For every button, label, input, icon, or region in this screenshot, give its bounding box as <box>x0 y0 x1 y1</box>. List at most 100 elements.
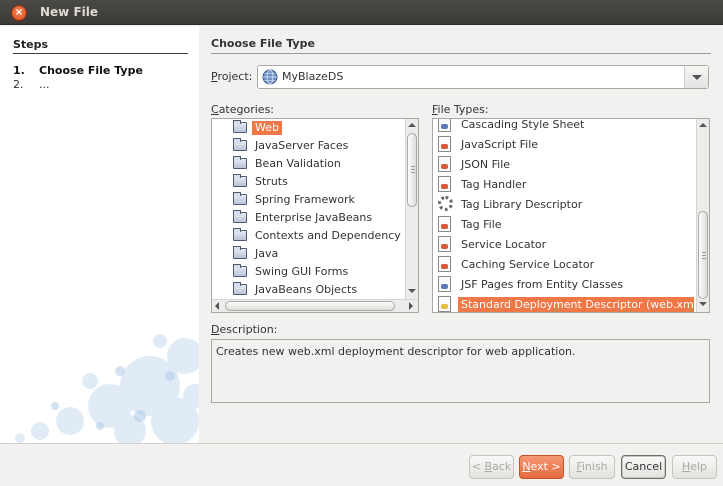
project-value: MyBlazeDS <box>282 70 344 83</box>
category-label: Contexts and Dependency Inje <box>255 229 419 242</box>
file-type-item[interactable]: Service Locator <box>433 235 696 255</box>
step-item: 2.... <box>13 78 50 91</box>
folder-icon <box>233 228 247 241</box>
scroll-up-arrow-icon[interactable] <box>408 123 416 127</box>
help-button[interactable]: Help <box>672 455 717 479</box>
scrollbar-thumb[interactable] <box>698 211 708 299</box>
project-select[interactable]: MyBlazeDS <box>257 65 709 89</box>
chevron-down-icon[interactable] <box>684 66 708 88</box>
globe-icon <box>262 69 278 85</box>
file-type-label: JSON File <box>461 158 511 171</box>
folder-icon <box>233 192 247 205</box>
category-item[interactable]: Bean Validation <box>212 155 405 173</box>
folder-icon <box>233 174 247 187</box>
decorative-bubbles-image <box>15 334 199 443</box>
xml-descriptor-icon <box>438 296 451 312</box>
file-types-list[interactable]: Cascading Style Sheet JavaScript File JSON… <box>432 118 710 313</box>
step-number: 2. <box>13 78 24 91</box>
categories-list[interactable]: Web JavaServer Faces Bean Validation Struts… <box>211 118 419 313</box>
tag-handler-icon <box>438 176 451 192</box>
folder-icon <box>233 264 247 277</box>
css-file-icon <box>438 119 451 132</box>
category-label: Struts <box>255 175 288 188</box>
category-label: Java <box>255 247 279 260</box>
file-type-label: Cascading Style Sheet <box>461 118 585 131</box>
project-label: Project: <box>211 70 253 83</box>
finish-button[interactable]: Finish <box>569 455 615 479</box>
description-box: Creates new web.xml deployment descripto… <box>211 339 710 403</box>
javascript-file-icon <box>438 136 451 152</box>
file-type-item[interactable]: JSF Pages from Entity Classes <box>433 275 696 295</box>
service-locator-icon <box>438 236 451 252</box>
folder-icon <box>233 210 247 223</box>
file-type-item[interactable]: Tag Library Descriptor <box>433 195 696 215</box>
scroll-down-arrow-icon[interactable] <box>699 302 707 306</box>
file-type-item[interactable]: Cascading Style Sheet <box>433 118 696 135</box>
page-title: Choose File Type <box>211 37 711 54</box>
categories-vertical-scrollbar[interactable] <box>405 119 418 300</box>
categories-label: Categories: <box>211 103 275 116</box>
categories-horizontal-scrollbar[interactable] <box>212 299 418 312</box>
file-types-label: File Types: <box>432 103 489 116</box>
file-types-vertical-scrollbar[interactable] <box>696 119 709 312</box>
file-type-label: Tag Library Descriptor <box>461 198 583 211</box>
category-item[interactable]: Spring Framework <box>212 191 405 209</box>
folder-icon <box>233 282 247 295</box>
tag-library-icon <box>438 196 453 211</box>
folder-icon <box>233 120 247 133</box>
cancel-button[interactable]: Cancel <box>621 455 666 479</box>
category-label: Spring Framework <box>255 193 355 206</box>
step-item: 1. Choose File Type <box>13 64 143 77</box>
scrollbar-thumb[interactable] <box>407 133 417 207</box>
category-label: Bean Validation <box>255 157 341 170</box>
category-item[interactable]: JavaServer Faces <box>212 137 405 155</box>
category-item[interactable]: Struts <box>212 173 405 191</box>
file-type-label: Service Locator <box>461 238 547 251</box>
jsf-pages-icon <box>438 276 451 292</box>
scroll-down-arrow-icon[interactable] <box>408 289 416 293</box>
file-type-label: Standard Deployment Descriptor (web.xml) <box>458 297 701 312</box>
file-type-item[interactable]: Caching Service Locator <box>433 255 696 275</box>
scroll-right-arrow-icon[interactable] <box>409 302 413 310</box>
scrollbar-thumb[interactable] <box>225 301 395 311</box>
steps-heading: Steps <box>13 38 188 54</box>
description-text: Creates new web.xml deployment descripto… <box>216 345 576 358</box>
category-item[interactable]: Swing GUI Forms <box>212 263 405 281</box>
category-label: Web <box>252 121 282 135</box>
category-label: Swing GUI Forms <box>255 265 349 278</box>
file-type-item[interactable]: Standard Deployment Descriptor (web.xml) <box>433 295 701 312</box>
category-item[interactable]: Web <box>212 119 405 137</box>
steps-panel: Steps 1. Choose File Type 2.... <box>0 26 199 443</box>
folder-icon <box>233 246 247 259</box>
category-label: JavaBeans Objects <box>255 283 358 296</box>
scroll-up-arrow-icon[interactable] <box>699 123 707 127</box>
category-item[interactable]: JavaBeans Objects <box>212 281 405 299</box>
file-type-item[interactable]: JavaScript File <box>433 135 696 155</box>
category-label: Enterprise JavaBeans <box>255 211 373 224</box>
file-type-label: Caching Service Locator <box>461 258 595 271</box>
next-button[interactable]: Next > <box>519 455 564 479</box>
category-item[interactable]: Contexts and Dependency Inje <box>212 227 418 245</box>
step-label: Choose File Type <box>39 64 143 77</box>
file-type-item[interactable]: Tag Handler <box>433 175 696 195</box>
json-file-icon <box>438 156 451 172</box>
file-type-label: Tag Handler <box>461 178 527 191</box>
category-item[interactable]: Java <box>212 245 405 263</box>
folder-icon <box>233 156 247 169</box>
caching-service-locator-icon <box>438 256 451 272</box>
tag-file-icon <box>438 216 451 232</box>
file-type-item[interactable]: Tag File <box>433 215 696 235</box>
category-item[interactable]: Enterprise JavaBeans <box>212 209 405 227</box>
file-type-label: Tag File <box>461 218 502 231</box>
scroll-left-arrow-icon[interactable] <box>215 302 219 310</box>
file-type-label: JSF Pages from Entity Classes <box>461 278 624 291</box>
folder-icon <box>233 138 247 151</box>
close-icon[interactable]: × <box>11 5 27 21</box>
window-titlebar: × New File <box>0 0 723 25</box>
back-button[interactable]: < Back <box>469 455 514 479</box>
category-label: JavaServer Faces <box>255 139 349 152</box>
file-type-item[interactable]: JSON File <box>433 155 696 175</box>
step-number: 1. <box>13 64 25 77</box>
step-label: ... <box>39 78 50 91</box>
file-type-label: JavaScript File <box>461 138 539 151</box>
